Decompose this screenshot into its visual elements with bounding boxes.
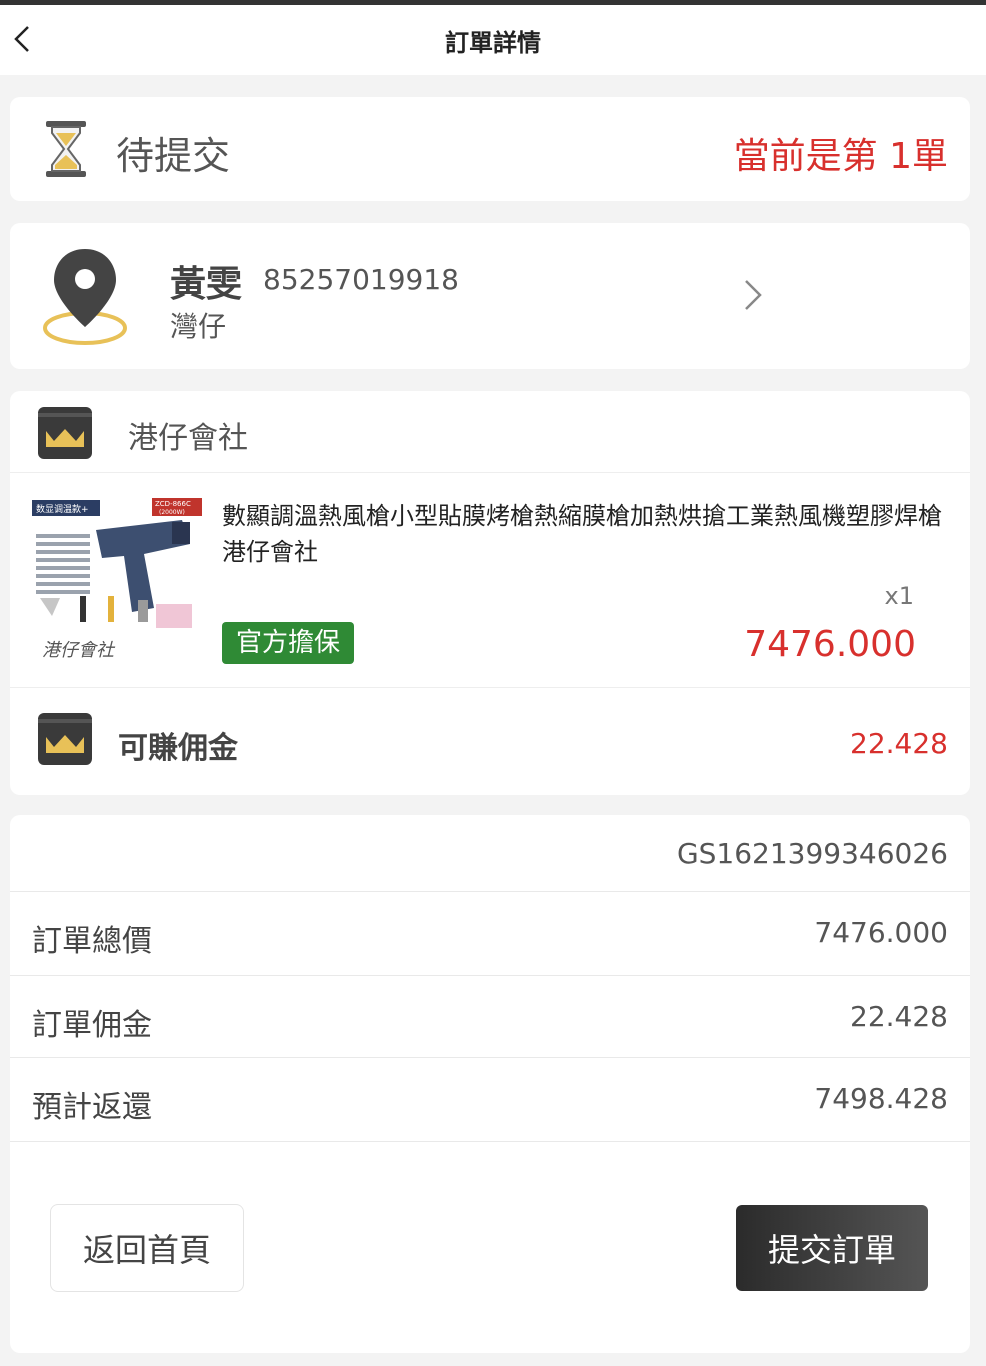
address-card[interactable]: 黃雯 85257019918 灣仔 [10, 223, 970, 369]
row-value: 7498.428 [814, 1082, 948, 1115]
image-model-text: ZCD-866C [155, 500, 191, 508]
status-card: 待提交 當前是第 1單 [10, 97, 970, 201]
order-sequence: 當前是第 1單 [733, 136, 948, 177]
hourglass-icon [46, 121, 86, 177]
location-pin-icon [43, 249, 127, 345]
submit-order-button[interactable]: 提交訂單 [736, 1205, 928, 1291]
shop-card: 港仔會社 数显调温款+ ZCD-866C (2000W) 港仔會社 數顯調溫熱風… [10, 391, 970, 795]
product-title: 數顯調溫熱風槍小型貼膜烤槍熱縮膜槍加熱烘搶工業熱風機塑膠焊槍 港仔會社 [222, 502, 942, 566]
shop-header: 港仔會社 [10, 391, 970, 473]
order-id-row: GS1621399346026 [10, 815, 970, 892]
row-label: 訂單佣金 [32, 1008, 152, 1043]
summary-row-commission: 訂單佣金 22.428 [10, 976, 970, 1058]
row-label: 訂單總價 [32, 924, 152, 959]
store-icon [38, 407, 92, 459]
order-id: GS1621399346026 [676, 837, 948, 870]
product-quantity: x1 [884, 582, 914, 610]
back-home-button[interactable]: 返回首頁 [50, 1204, 244, 1292]
guarantee-badge: 官方擔保 [222, 622, 355, 664]
product-price: 7476.000 [744, 624, 916, 665]
store-icon [38, 713, 92, 765]
nav-bar: 訂單詳情 [0, 5, 986, 75]
page-title: 訂單詳情 [445, 28, 541, 57]
row-label: 預計返還 [32, 1090, 152, 1125]
recipient-name: 黃雯 [170, 264, 243, 305]
chevron-right-icon[interactable] [738, 275, 768, 315]
summary-card: GS1621399346026 訂單總價 7476.000 訂單佣金 22.42… [10, 815, 970, 1353]
product-image: 数显调温款+ ZCD-866C (2000W) 港仔會社 [32, 496, 202, 666]
back-arrow-icon[interactable] [8, 19, 48, 59]
status-text: 待提交 [116, 134, 231, 178]
row-value: 7476.000 [814, 916, 948, 949]
image-tag-text: 数显调温款+ [36, 503, 89, 515]
commission-value: 22.428 [850, 727, 948, 760]
recipient-phone: 85257019918 [263, 263, 459, 296]
row-value: 22.428 [850, 1000, 948, 1033]
commission-label: 可賺佣金 [118, 731, 238, 766]
product-item[interactable]: 数显调温款+ ZCD-866C (2000W) 港仔會社 數顯調溫熱風槍小型貼膜… [10, 474, 970, 688]
commission-row: 可賺佣金 22.428 [10, 689, 970, 795]
summary-row-total: 訂單總價 7476.000 [10, 892, 970, 976]
image-power-text: (2000W) [159, 509, 185, 516]
summary-row-return: 預計返還 7498.428 [10, 1058, 970, 1142]
shop-name: 港仔會社 [128, 421, 248, 456]
recipient-area: 灣仔 [170, 310, 227, 343]
image-watermark-text: 港仔會社 [42, 640, 116, 661]
